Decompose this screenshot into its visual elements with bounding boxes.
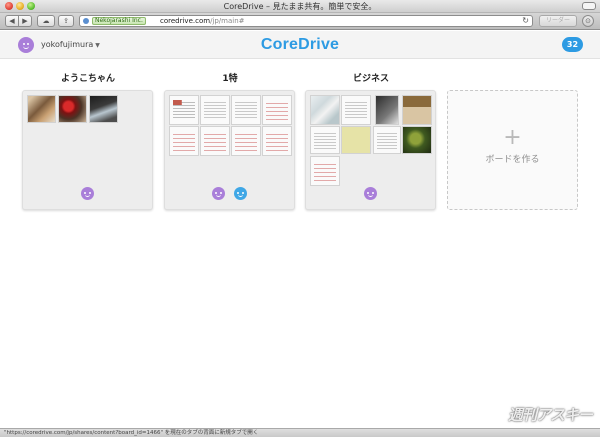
member-avatar[interactable] [364, 187, 377, 200]
board-card-business[interactable] [305, 90, 436, 210]
avatar-smile-icon [215, 194, 221, 197]
member-avatar[interactable] [81, 187, 94, 200]
board-card-yokochan[interactable] [22, 90, 153, 210]
thumbnail-document[interactable] [169, 126, 199, 156]
icloud-tabs-button[interactable]: ☁ [37, 15, 55, 27]
thumbnail-image[interactable] [402, 95, 432, 125]
thumbnail-document[interactable] [373, 126, 401, 154]
globe-icon [83, 18, 89, 24]
brand-logo[interactable]: CoreDrive [0, 35, 600, 55]
member-avatar[interactable] [234, 187, 248, 200]
board-title[interactable]: ビジネス [305, 73, 437, 85]
toolbar-toggle-button[interactable] [582, 2, 596, 10]
thumbnail-document[interactable] [262, 126, 292, 156]
board-members [306, 185, 435, 204]
app-header: yokofujimura ▼ CoreDrive 32 [0, 31, 600, 59]
browser-toolbar: ◀ ▶ ☁ ⇪ Nekojarashi Inc. coredrive.com/j… [0, 13, 600, 30]
board-members [23, 185, 152, 204]
member-avatar[interactable] [211, 187, 225, 200]
thumbnail-image[interactable] [58, 95, 87, 123]
thumbnail-document[interactable] [200, 95, 230, 125]
thumbnail-image[interactable] [402, 126, 432, 154]
notification-badge[interactable]: 32 [562, 37, 583, 52]
url-path: /jp/main# [210, 17, 245, 25]
thumbnail-document[interactable] [200, 126, 230, 156]
forward-button[interactable]: ▶ [19, 15, 32, 27]
back-arrow-icon: ◀ [9, 17, 15, 25]
avatar-smile-icon [238, 194, 244, 197]
create-board-label: ボードを作る [485, 155, 540, 165]
thumbnail-document[interactable] [262, 95, 292, 125]
board-members [165, 185, 294, 204]
thumbnail-document[interactable] [169, 95, 199, 125]
publisher-watermark: 週刊アスキー [508, 406, 593, 424]
window-title: CoreDrive – 見たまま共有。簡単で安全。 [223, 2, 377, 11]
thumbnail-image[interactable] [310, 95, 340, 125]
url-text: coredrive.com/jp/main# [160, 16, 245, 26]
board-title[interactable]: 1特 [164, 73, 296, 85]
ev-certificate-label: Nekojarashi Inc. [95, 17, 143, 24]
url-host: coredrive.com [160, 17, 211, 25]
cloud-icon: ☁ [42, 17, 50, 25]
avatar-smile-icon [85, 194, 90, 197]
reader-button[interactable]: リーダー [539, 15, 577, 27]
thumbnail-document[interactable] [231, 126, 261, 156]
thumbnail-image[interactable] [89, 95, 118, 123]
thumbnail-document[interactable] [310, 156, 340, 186]
thumbnail-image[interactable] [27, 95, 56, 123]
downloads-button[interactable]: ⊙ [582, 15, 594, 27]
reload-icon[interactable]: ↻ [522, 16, 529, 26]
plus-icon: + [503, 125, 522, 150]
thumbnail-document[interactable] [341, 95, 371, 125]
back-button[interactable]: ◀ [5, 15, 19, 27]
board-card-1toku[interactable] [164, 90, 295, 210]
thumbnail-document[interactable] [231, 95, 261, 125]
create-board-button[interactable]: + ボードを作る [447, 90, 578, 210]
board-title[interactable]: ようこちゃん [22, 73, 154, 85]
download-icon: ⊙ [585, 17, 591, 25]
address-bar[interactable]: Nekojarashi Inc. coredrive.com/jp/main# … [79, 15, 533, 27]
thumbnail-image[interactable] [375, 95, 399, 125]
avatar-smile-icon [368, 194, 373, 197]
thumbnail-document[interactable] [341, 126, 371, 154]
status-bar: "https://coredrive.com/jp/shares/content… [0, 428, 600, 437]
forward-arrow-icon: ▶ [22, 17, 28, 25]
share-icon: ⇪ [63, 17, 69, 25]
ev-certificate-badge[interactable]: Nekojarashi Inc. [92, 17, 146, 25]
thumbnail-document[interactable] [310, 126, 340, 154]
share-button[interactable]: ⇪ [58, 15, 74, 27]
status-bar-text: "https://coredrive.com/jp/shares/content… [4, 430, 259, 436]
window-titlebar: CoreDrive – 見たまま共有。簡単で安全。 [0, 0, 600, 13]
